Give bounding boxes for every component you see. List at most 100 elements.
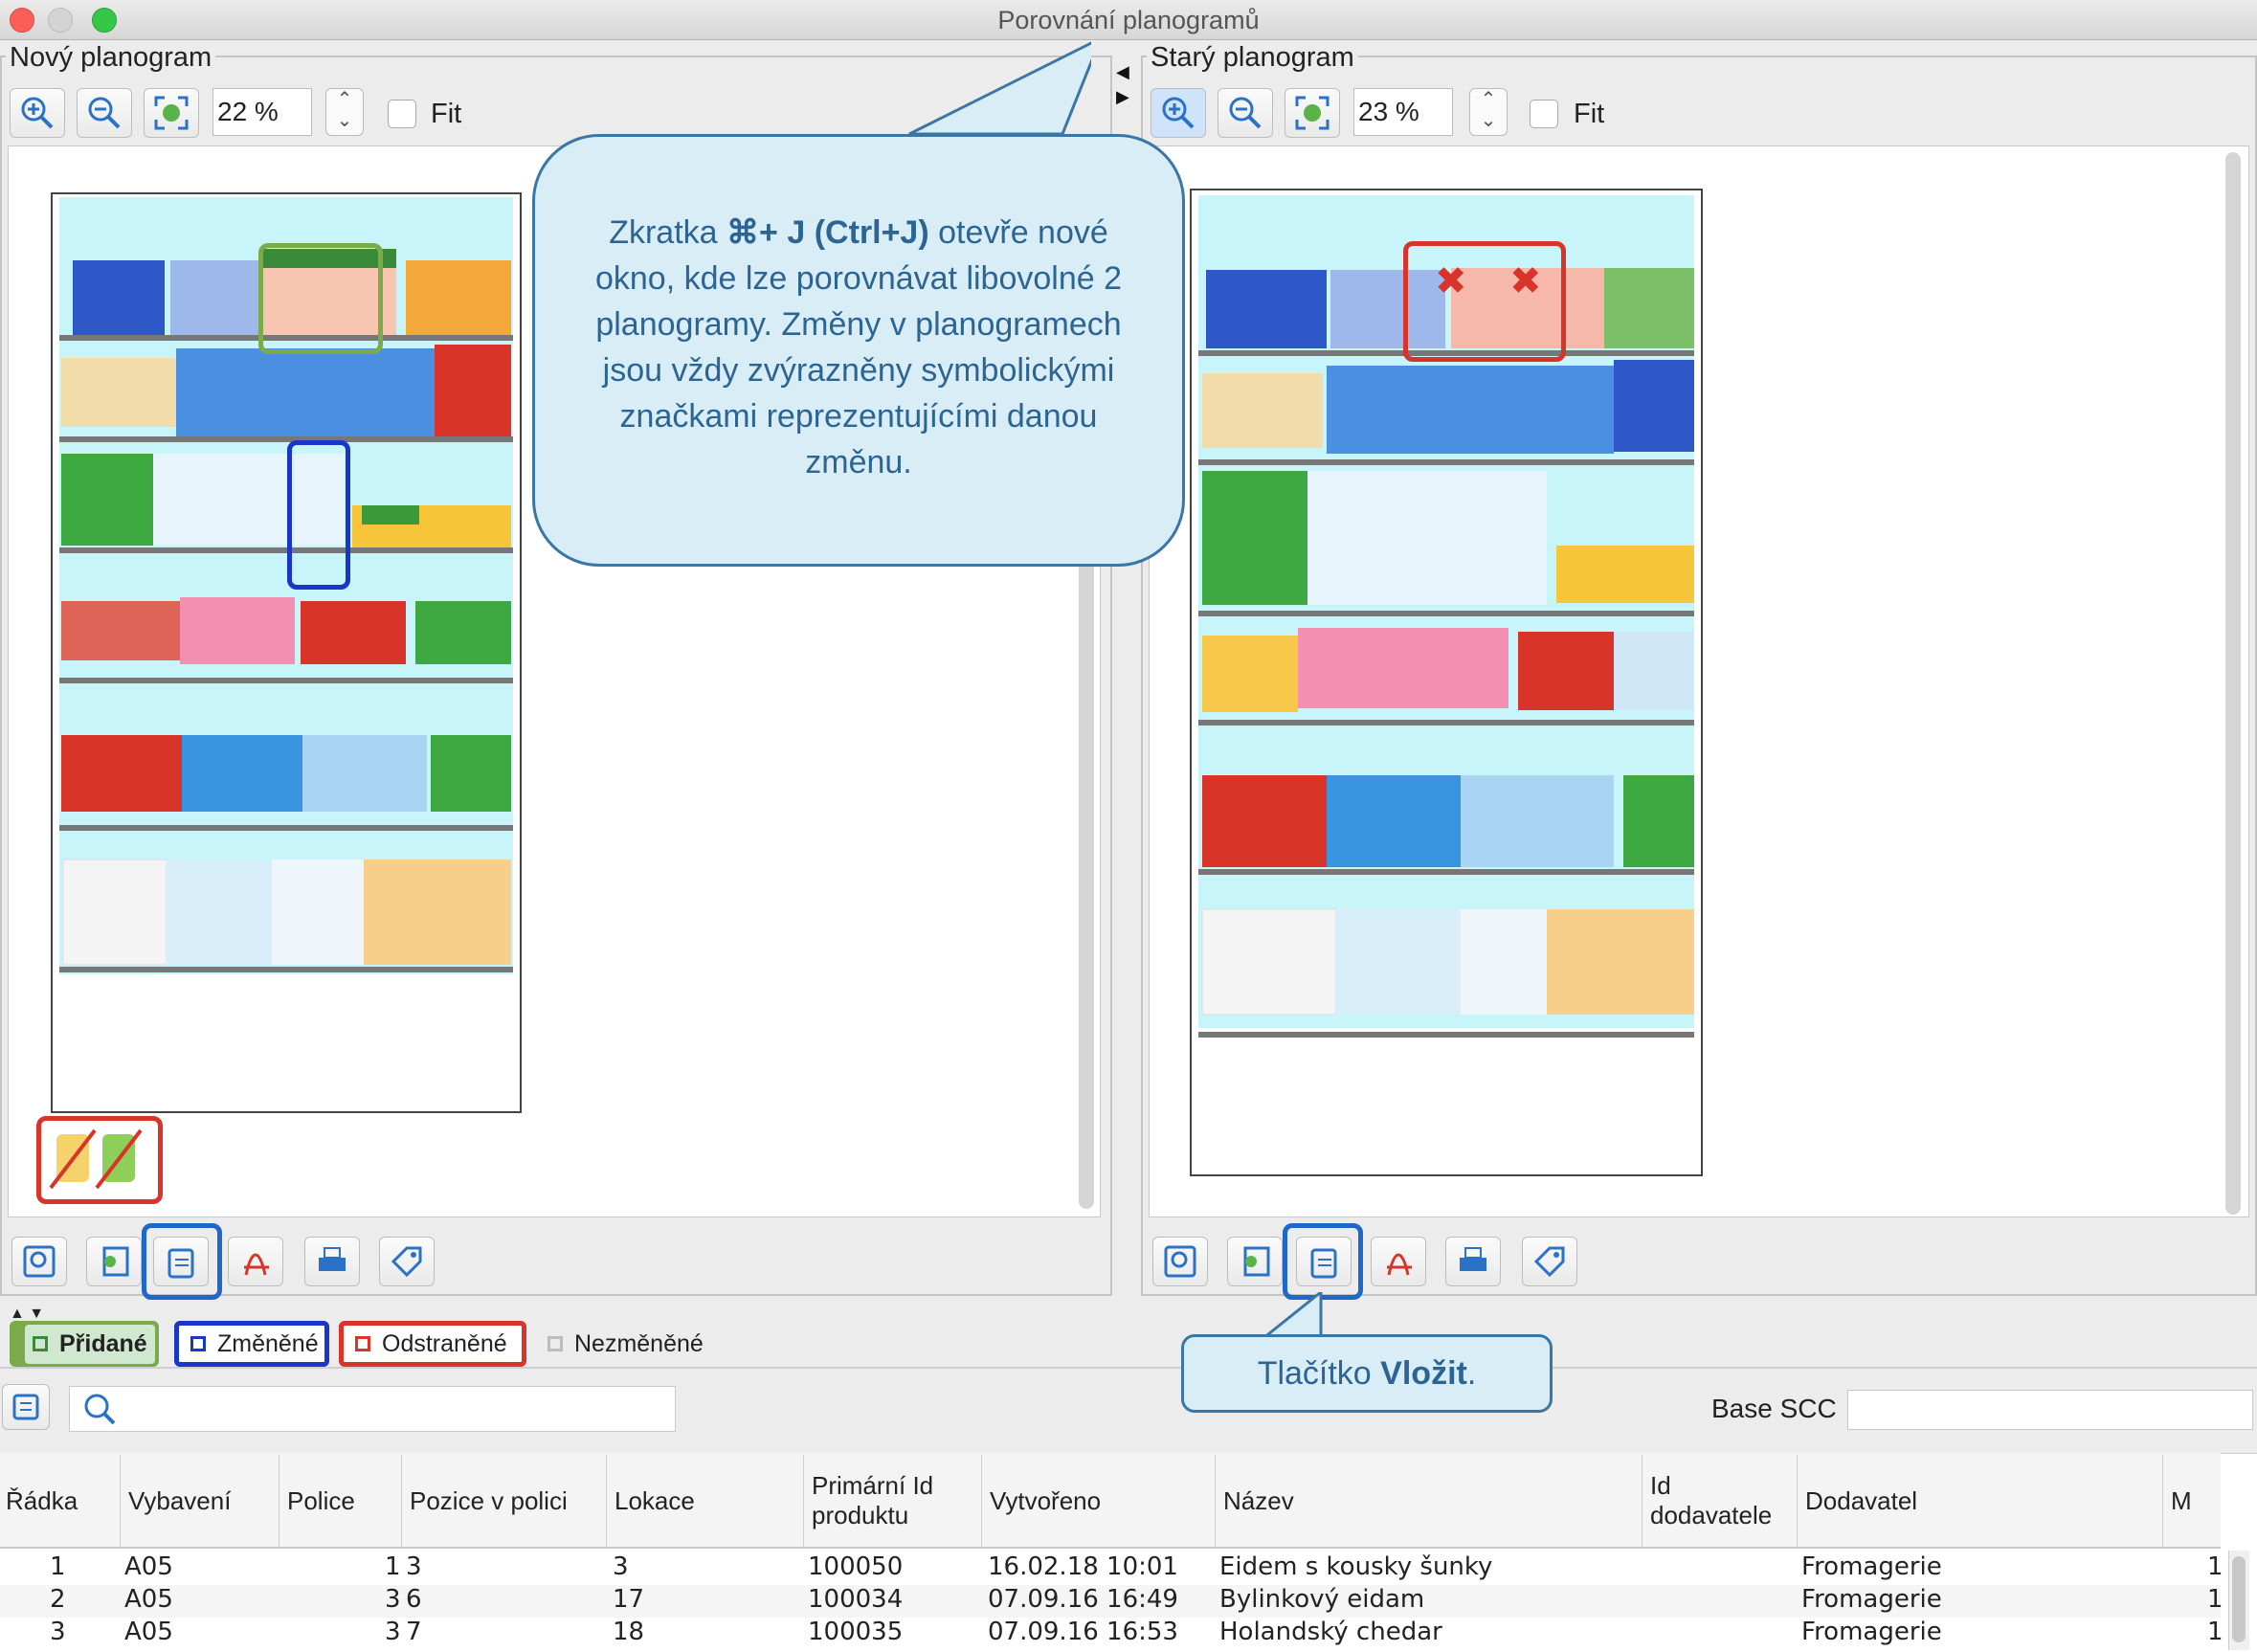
pdf-button-right[interactable] [1371,1237,1426,1286]
button-callout-pointer [1263,1292,1323,1340]
callout-pointer-fill [1091,38,1093,40]
pdf-icon [1387,1253,1412,1276]
col-header-pozice[interactable]: Pozice v polici [404,1455,607,1547]
col-header-nazev[interactable]: Název [1218,1455,1642,1547]
paste-button-right-highlight [1283,1223,1363,1300]
cell-police: 1 [385,1552,401,1581]
cell-pozice: 6 [406,1585,422,1614]
zoom-level-field-right[interactable]: 23 % [1353,88,1453,136]
callout-text-a: Zkratka [609,214,727,251]
pdf-button[interactable] [228,1237,283,1286]
table-scrollbar[interactable] [2228,1551,2249,1650]
window-title: Porovnání planogramů [997,6,1260,34]
cell-nazev: Eidem s kousky šunky [1219,1552,1493,1581]
splitter-arrows[interactable]: ◀ ▶ [1116,59,1135,117]
print-button-right[interactable] [1445,1237,1501,1286]
cell-id: 100050 [808,1552,904,1581]
removed-products-icon [49,1128,143,1190]
add-image-icon [102,1246,129,1277]
inspect-button-right[interactable] [1152,1237,1208,1286]
cell-police: 3 [385,1618,401,1646]
col-header-primarni-id[interactable]: Primární Id produktu [806,1455,982,1547]
print-icon [319,1247,346,1271]
new-planogram-label: Nový planogram [6,42,216,74]
zoom-stepper-right[interactable]: ⌃ ⌄ [1469,88,1508,136]
add-image-button-right[interactable] [1227,1237,1283,1286]
col-header-lokace[interactable]: Lokace [609,1455,804,1547]
tab-removed[interactable]: Odstraněné [339,1321,526,1367]
tab-unchanged[interactable]: Nezměněné [536,1321,720,1367]
col-header-vytvoreno[interactable]: Vytvořeno [984,1455,1216,1547]
zoom-out-button-right[interactable] [1218,88,1273,138]
tab-added[interactable]: Přidané [10,1321,159,1367]
callout-shortcut: ⌘+ J (Ctrl+J) [726,214,929,251]
cell-radka: 3 [50,1618,66,1646]
table-row[interactable]: 3 A05 3 7 18 100035 07.09.16 16:53 Holan… [0,1618,2223,1650]
col-header-id-dodavatele[interactable]: Id dodavatele [1644,1455,1798,1547]
window-titlebar: Porovnání planogramů [0,0,2257,40]
inspect-icon [1164,1245,1196,1278]
cell-lokace: 18 [613,1618,645,1646]
cell-pozice: 7 [406,1618,422,1646]
cell-vytvoreno: 07.09.16 16:49 [988,1585,1178,1614]
zoom-in-icon [1162,97,1195,129]
col-header-radka[interactable]: Řádka [0,1455,121,1547]
fit-to-window-icon [154,96,189,130]
print-button[interactable] [304,1237,360,1286]
zoom-in-button[interactable] [10,88,65,138]
paste-button-callout: Tlačítko Vložit. [1181,1334,1553,1413]
col-header-dodavatel[interactable]: Dodavatel [1799,1455,2163,1547]
inspect-button[interactable] [11,1237,67,1286]
cell-lokace: 17 [613,1585,645,1614]
tab-changed-label: Změněné [217,1329,319,1357]
zoom-in-button-right[interactable] [1151,88,1206,138]
cell-nazev: Bylinkový eidam [1219,1585,1425,1614]
cell-id: 100034 [808,1585,904,1614]
col-header-vybaveni[interactable]: Vybavení [123,1455,279,1547]
list-icon [12,1394,39,1420]
price-tag-button-right[interactable] [1522,1237,1577,1286]
cell-m: 1 [2207,1618,2223,1646]
button-callout-suffix: . [1466,1355,1477,1392]
shelf-6 [59,859,513,972]
search-icon [84,1394,116,1425]
paste-button-highlight [142,1223,222,1300]
price-tag-icon [1533,1246,1565,1278]
fit-label-right: Fit [1574,99,1605,129]
zoom-level-field[interactable]: 22 % [212,88,312,136]
cell-vybaveni: A05 [124,1552,173,1581]
price-tag-icon [391,1246,422,1278]
callout-pointer [908,41,1091,136]
print-icon [1460,1247,1486,1271]
fit-checkbox[interactable] [388,100,416,128]
base-scc-input[interactable] [1847,1390,2253,1430]
cell-dodavatel: Fromagerie [1801,1618,1942,1646]
list-view-button[interactable] [2,1384,50,1430]
changed-highlight [287,440,350,590]
table-row[interactable]: 1 A05 1 3 3 100050 16.02.18 10:01 Eidem … [0,1552,2223,1585]
removed-icon [355,1336,370,1351]
svg-text:✖: ✖ [1509,259,1542,303]
price-tag-button[interactable] [379,1237,435,1286]
fit-checkbox-right[interactable] [1530,100,1558,128]
vertical-scrollbar-right[interactable] [2225,152,2241,1215]
removed-marker-icon: ✖ ✖ [1435,259,1542,303]
tab-changed[interactable]: Změněné [174,1321,329,1367]
removed-highlight: ✖ ✖ [1403,241,1566,362]
search-input[interactable] [69,1386,676,1432]
add-image-button[interactable] [86,1237,142,1286]
zoom-stepper[interactable]: ⌃ ⌄ [325,88,364,136]
pdf-icon [244,1253,269,1276]
fit-to-window-icon [1295,96,1330,130]
col-header-m[interactable]: M [2165,1455,2223,1547]
removed-products-highlight [36,1116,163,1204]
fit-to-window-button-right[interactable] [1285,88,1340,138]
cell-police: 3 [385,1585,401,1614]
unchanged-icon [547,1336,563,1351]
table-row[interactable]: 2 A05 3 6 17 100034 07.09.16 16:49 Bylin… [0,1585,2223,1618]
col-header-police[interactable]: Police [281,1455,402,1547]
fit-to-window-button[interactable] [144,88,199,138]
table-scrollbar-thumb[interactable] [2232,1556,2246,1642]
changed-icon [190,1336,206,1351]
zoom-out-button[interactable] [77,88,132,138]
